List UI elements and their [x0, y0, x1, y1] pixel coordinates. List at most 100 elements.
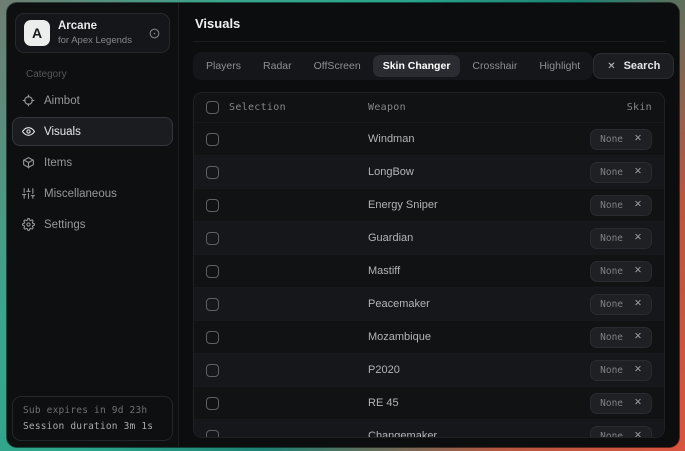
tab-skin-changer[interactable]: Skin Changer — [373, 55, 461, 77]
sidebar-item-settings[interactable]: Settings — [12, 210, 173, 239]
x-icon: ✕ — [607, 61, 615, 72]
x-icon[interactable]: ✕ — [634, 134, 642, 144]
tab-label: OffScreen — [314, 60, 361, 72]
skin-value: None — [600, 200, 623, 211]
tab-label: Skin Changer — [383, 60, 451, 72]
weapon-name: Changemaker — [368, 430, 590, 438]
weapon-name: Guardian — [368, 232, 590, 244]
skin-value: None — [600, 365, 623, 376]
table-header: Selection Weapon Skin — [194, 93, 664, 122]
sidebar-item-miscellaneous[interactable]: Miscellaneous — [12, 179, 173, 208]
x-icon[interactable]: ✕ — [634, 398, 642, 408]
cube-icon — [22, 156, 35, 169]
table-row: Guardian None ✕ — [194, 221, 664, 254]
skin-value: None — [600, 299, 623, 310]
table-row: Energy Sniper None ✕ — [194, 188, 664, 221]
skin-value: None — [600, 266, 623, 277]
table-row: P2020 None ✕ — [194, 353, 664, 386]
row-checkbox[interactable] — [206, 331, 219, 344]
x-icon[interactable]: ✕ — [634, 365, 642, 375]
app-subtitle: for Apex Legends — [58, 36, 132, 46]
table-row: LongBow None ✕ — [194, 155, 664, 188]
sidebar-item-items[interactable]: Items — [12, 148, 173, 177]
tab-label: Radar — [263, 60, 292, 72]
tab-players[interactable]: Players — [196, 55, 251, 77]
weapon-name: LongBow — [368, 166, 590, 178]
eye-icon — [22, 125, 35, 138]
session-duration-text: Session duration 3m 1s — [23, 421, 162, 432]
app-logo: A — [24, 20, 50, 46]
row-checkbox[interactable] — [206, 133, 219, 146]
page-title: Visuals — [193, 14, 665, 42]
brand-text: Arcane for Apex Legends — [58, 21, 132, 45]
skin-value: None — [600, 233, 623, 244]
toolbar: Players Radar OffScreen Skin Changer Cro… — [193, 52, 665, 80]
row-checkbox[interactable] — [206, 232, 219, 245]
skin-table: Selection Weapon Skin Windman None — [193, 92, 665, 438]
crosshair-icon — [22, 94, 35, 107]
skin-select[interactable]: None ✕ — [590, 327, 652, 348]
x-icon[interactable]: ✕ — [634, 233, 642, 243]
skin-value: None — [600, 167, 623, 178]
tab-crosshair[interactable]: Crosshair — [462, 55, 527, 77]
row-checkbox[interactable] — [206, 265, 219, 278]
weapon-name: P2020 — [368, 364, 590, 376]
sidebar-item-aimbot[interactable]: Aimbot — [12, 86, 173, 115]
sidebar-nav: Aimbot Visuals Items Miscellaneous Setti… — [12, 85, 173, 240]
tab-radar[interactable]: Radar — [253, 55, 302, 77]
skin-select[interactable]: None ✕ — [590, 360, 652, 381]
x-icon[interactable]: ✕ — [634, 266, 642, 276]
weapon-name: Energy Sniper — [368, 199, 590, 211]
skin-select[interactable]: None ✕ — [590, 129, 652, 150]
skin-select[interactable]: None ✕ — [590, 228, 652, 249]
row-checkbox[interactable] — [206, 298, 219, 311]
sidebar: A Arcane for Apex Legends Category Aimbo… — [7, 3, 179, 447]
skin-select[interactable]: None ✕ — [590, 393, 652, 414]
weapon-name: Peacemaker — [368, 298, 590, 310]
desktop-background: A Arcane for Apex Legends Category Aimbo… — [0, 0, 685, 451]
tab-offscreen[interactable]: OffScreen — [304, 55, 371, 77]
skin-select[interactable]: None ✕ — [590, 294, 652, 315]
brand-card: A Arcane for Apex Legends — [15, 13, 170, 53]
table-row: RE 45 None ✕ — [194, 386, 664, 419]
skin-select[interactable]: None ✕ — [590, 195, 652, 216]
x-icon[interactable]: ✕ — [634, 332, 642, 342]
sliders-icon — [22, 187, 35, 200]
target-icon[interactable] — [148, 27, 161, 40]
search-button-label: Search — [624, 60, 661, 72]
row-checkbox[interactable] — [206, 364, 219, 377]
table-row: Changemaker None ✕ — [194, 419, 664, 438]
weapon-name: Windman — [368, 133, 590, 145]
table-row: Windman None ✕ — [194, 122, 664, 155]
row-checkbox[interactable] — [206, 397, 219, 410]
tab-bar: Players Radar OffScreen Skin Changer Cro… — [193, 52, 593, 80]
table-body: Windman None ✕ LongBow None — [194, 122, 664, 438]
x-icon[interactable]: ✕ — [634, 431, 642, 438]
sidebar-item-visuals[interactable]: Visuals — [12, 117, 173, 146]
select-all-checkbox[interactable] — [206, 101, 219, 114]
x-icon[interactable]: ✕ — [634, 200, 642, 210]
weapon-name: RE 45 — [368, 397, 590, 409]
selection-header-cell: Selection — [206, 101, 368, 114]
gear-icon — [22, 218, 35, 231]
tab-highlight[interactable]: Highlight — [529, 55, 590, 77]
sub-expires-text: Sub expires in 9d 23h — [23, 405, 162, 416]
main-panel: Visuals Players Radar OffScreen Skin Cha… — [179, 3, 679, 447]
weapon-name: Mozambique — [368, 331, 590, 343]
app-window: A Arcane for Apex Legends Category Aimbo… — [7, 3, 679, 447]
table-row: Mastiff None ✕ — [194, 254, 664, 287]
x-icon[interactable]: ✕ — [634, 299, 642, 309]
table-row: Mozambique None ✕ — [194, 320, 664, 353]
subscription-card: Sub expires in 9d 23h Session duration 3… — [12, 396, 173, 441]
tab-label: Highlight — [539, 60, 580, 72]
row-checkbox[interactable] — [206, 166, 219, 179]
row-checkbox[interactable] — [206, 199, 219, 212]
row-checkbox[interactable] — [206, 430, 219, 439]
skin-select[interactable]: None ✕ — [590, 261, 652, 282]
skin-select[interactable]: None ✕ — [590, 162, 652, 183]
weapon-name: Mastiff — [368, 265, 590, 277]
search-button[interactable]: ✕ Search — [593, 53, 674, 79]
app-name: Arcane — [58, 21, 132, 33]
x-icon[interactable]: ✕ — [634, 167, 642, 177]
skin-select[interactable]: None ✕ — [590, 426, 652, 439]
